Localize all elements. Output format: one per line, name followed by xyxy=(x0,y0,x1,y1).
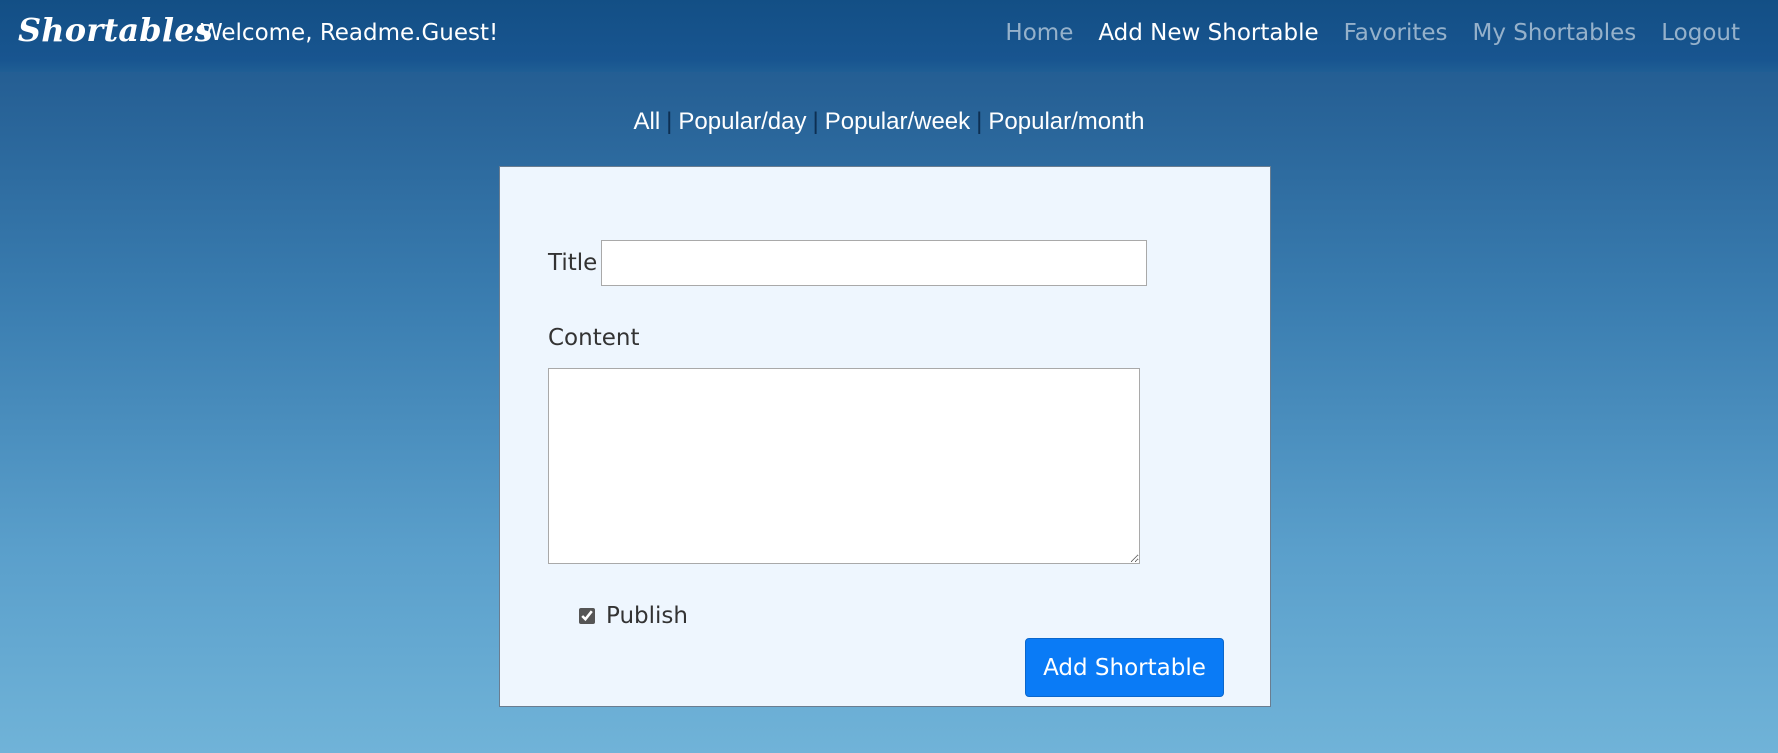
filter-bar: All | Popular/day | Popular/week | Popular/mon… xyxy=(0,105,1778,139)
welcome-message: Welcome, Readme.Guest! xyxy=(200,20,499,46)
add-shortable-form: Title Content Publish Add Shortable xyxy=(499,166,1271,707)
title-label: Title xyxy=(548,250,598,276)
nav-logout-link[interactable]: Logout xyxy=(1661,18,1740,48)
nav-home-link[interactable]: Home xyxy=(1005,18,1073,48)
navbar: Shortables Welcome, Readme.Guest! Home A… xyxy=(0,0,1778,72)
filter-separator: | xyxy=(812,108,819,135)
brand-logo[interactable]: Shortables xyxy=(18,8,213,52)
filter-all-link[interactable]: All xyxy=(634,108,661,135)
nav-my-shortables-link[interactable]: My Shortables xyxy=(1473,18,1637,48)
filter-popular-week-link[interactable]: Popular/week xyxy=(825,108,970,135)
publish-label: Publish xyxy=(606,603,688,629)
filter-separator: | xyxy=(976,108,983,135)
publish-checkbox[interactable] xyxy=(579,608,595,624)
filter-popular-month-link[interactable]: Popular/month xyxy=(988,108,1144,135)
nav-links: Home Add New Shortable Favorites My Shor… xyxy=(980,18,1740,48)
nav-favorites-link[interactable]: Favorites xyxy=(1344,18,1448,48)
nav-add-new-shortable-link[interactable]: Add New Shortable xyxy=(1098,18,1318,48)
content-label: Content xyxy=(548,325,640,351)
add-shortable-button[interactable]: Add Shortable xyxy=(1025,638,1224,697)
filter-popular-day-link[interactable]: Popular/day xyxy=(678,108,806,135)
content-textarea[interactable] xyxy=(548,368,1140,564)
filter-separator: | xyxy=(666,108,673,135)
title-input[interactable] xyxy=(601,240,1147,286)
